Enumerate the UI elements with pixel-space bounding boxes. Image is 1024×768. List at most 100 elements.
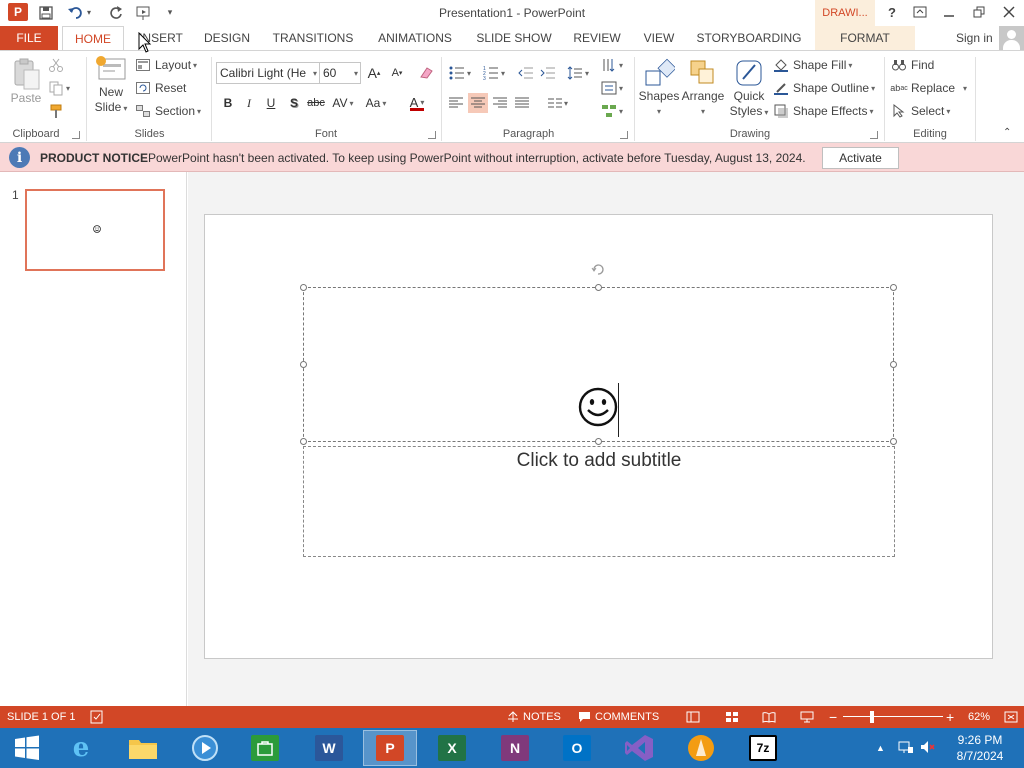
reading-view-icon[interactable]: [762, 706, 776, 728]
tab-transitions[interactable]: TRANSITIONS: [270, 26, 356, 50]
align-center-icon[interactable]: [468, 93, 488, 113]
taskbar-excel[interactable]: X: [425, 730, 479, 766]
change-case-button[interactable]: Aa ▾: [362, 93, 390, 113]
zoom-slider-track[interactable]: [843, 716, 943, 717]
taskbar-vlc[interactable]: [674, 730, 728, 766]
find-button[interactable]: Find: [891, 55, 934, 75]
tab-storyboarding[interactable]: STORYBOARDING: [694, 26, 804, 50]
drawing-launcher-icon[interactable]: [870, 131, 878, 139]
slide-thumbnail[interactable]: [25, 189, 165, 271]
comments-button[interactable]: COMMENTS: [578, 706, 659, 728]
customize-toolbar-icon[interactable]: ▾: [160, 3, 180, 22]
resize-handle[interactable]: [300, 361, 307, 368]
copy-icon[interactable]: ▾: [48, 78, 76, 98]
clipboard-launcher-icon[interactable]: [72, 131, 80, 139]
slide-show-icon[interactable]: [800, 706, 814, 728]
new-slide-button[interactable]: New Slide ▾: [92, 55, 130, 116]
numbering-icon[interactable]: 1 2 3 ▾: [480, 63, 508, 83]
zoom-level[interactable]: 62%: [968, 706, 990, 728]
text-direction-icon[interactable]: ▾: [598, 55, 626, 75]
system-clock[interactable]: 9:26 PM 8/7/2024: [944, 732, 1016, 764]
select-button[interactable]: Select ▾: [891, 101, 950, 121]
fit-slide-icon[interactable]: [1004, 706, 1018, 728]
cut-icon[interactable]: [48, 55, 68, 75]
replace-button[interactable]: ab ac Replace ▾: [890, 78, 967, 98]
resize-handle[interactable]: [890, 284, 897, 291]
shrink-font-button[interactable]: A ▾: [387, 63, 407, 83]
shape-fill-button[interactable]: Shape Fill ▾: [773, 55, 852, 75]
taskbar-7zip[interactable]: 7z: [736, 730, 790, 766]
tab-animations[interactable]: ANIMATIONS: [372, 26, 458, 50]
close-icon[interactable]: [995, 2, 1023, 22]
undo-dropdown-icon[interactable]: ▾: [84, 3, 94, 22]
activate-button[interactable]: Activate: [822, 147, 899, 169]
start-button[interactable]: [0, 730, 54, 766]
font-size-select[interactable]: 60 ▾: [319, 62, 361, 84]
help-button[interactable]: ?: [878, 2, 906, 22]
align-left-icon[interactable]: [446, 93, 466, 113]
font-color-button[interactable]: A ▾: [402, 93, 432, 113]
notes-button[interactable]: NOTES: [507, 706, 561, 728]
shape-outline-button[interactable]: Shape Outline ▾: [773, 78, 875, 98]
resize-handle[interactable]: [890, 438, 897, 445]
resize-handle[interactable]: [300, 284, 307, 291]
align-text-icon[interactable]: ▾: [598, 78, 626, 98]
bullets-icon[interactable]: ▾: [446, 63, 474, 83]
subtitle-placeholder[interactable]: Click to add subtitle: [303, 446, 895, 557]
italic-button[interactable]: I: [239, 93, 259, 113]
shape-effects-button[interactable]: Shape Effects ▾: [773, 101, 874, 121]
taskbar-powerpoint[interactable]: P: [363, 730, 417, 766]
network-icon[interactable]: [898, 740, 914, 757]
convert-to-smartart-icon[interactable]: ▾: [598, 101, 626, 121]
reset-button[interactable]: Reset: [135, 78, 186, 98]
save-icon[interactable]: [36, 3, 56, 22]
clear-formatting-icon[interactable]: [416, 63, 436, 83]
zoom-in-button[interactable]: +: [946, 706, 954, 728]
tab-design[interactable]: DESIGN: [200, 26, 254, 50]
start-from-beginning-icon[interactable]: [134, 3, 154, 22]
taskbar-onenote[interactable]: N: [488, 730, 542, 766]
show-hidden-icons[interactable]: ▲: [876, 743, 885, 753]
grow-font-button[interactable]: A ▴: [364, 63, 384, 83]
font-launcher-icon[interactable]: [428, 131, 436, 139]
taskbar-visual-studio[interactable]: [612, 730, 666, 766]
layout-button[interactable]: Layout ▾: [135, 55, 197, 75]
tab-review[interactable]: REVIEW: [570, 26, 624, 50]
shapes-button[interactable]: Shapes ▾: [638, 57, 680, 119]
sign-in-link[interactable]: Sign in: [956, 26, 993, 50]
rotate-handle-icon[interactable]: [591, 262, 605, 276]
undo-icon[interactable]: [66, 3, 86, 22]
decrease-indent-icon[interactable]: [516, 63, 536, 83]
quick-styles-button[interactable]: Quick Styles ▾: [727, 57, 771, 120]
columns-icon[interactable]: ▾: [544, 93, 572, 113]
ribbon-display-options-icon[interactable]: [906, 2, 934, 22]
taskbar-store[interactable]: [238, 730, 292, 766]
line-spacing-icon[interactable]: ▾: [564, 63, 592, 83]
taskbar-media-player[interactable]: [178, 730, 232, 766]
section-button[interactable]: Section ▾: [135, 101, 201, 121]
zoom-out-button[interactable]: −: [829, 706, 837, 728]
minimize-icon[interactable]: [935, 2, 963, 22]
align-right-icon[interactable]: [490, 93, 510, 113]
collapse-ribbon-icon[interactable]: ⌃: [1003, 127, 1011, 138]
resize-handle[interactable]: [300, 438, 307, 445]
format-painter-icon[interactable]: [48, 101, 68, 121]
arrange-button[interactable]: Arrange ▾: [681, 57, 725, 119]
taskbar-file-explorer[interactable]: [116, 730, 170, 766]
tab-slide-show[interactable]: SLIDE SHOW: [474, 26, 554, 50]
taskbar-internet-explorer[interactable]: e: [54, 730, 108, 766]
resize-handle[interactable]: [890, 361, 897, 368]
taskbar-word[interactable]: W: [302, 730, 356, 766]
underline-button[interactable]: U: [261, 93, 281, 113]
tab-home[interactable]: HOME: [62, 26, 124, 51]
tab-format[interactable]: FORMAT: [830, 26, 900, 50]
avatar[interactable]: [999, 26, 1024, 50]
zoom-slider-thumb[interactable]: [869, 711, 874, 723]
normal-view-icon[interactable]: [686, 706, 700, 728]
slide-sorter-icon[interactable]: [725, 706, 739, 728]
increase-indent-icon[interactable]: [538, 63, 558, 83]
restore-icon[interactable]: [965, 2, 993, 22]
bold-button[interactable]: B: [218, 93, 238, 113]
font-family-select[interactable]: Calibri Light (He ▾: [216, 62, 320, 84]
redo-icon[interactable]: [106, 3, 126, 22]
